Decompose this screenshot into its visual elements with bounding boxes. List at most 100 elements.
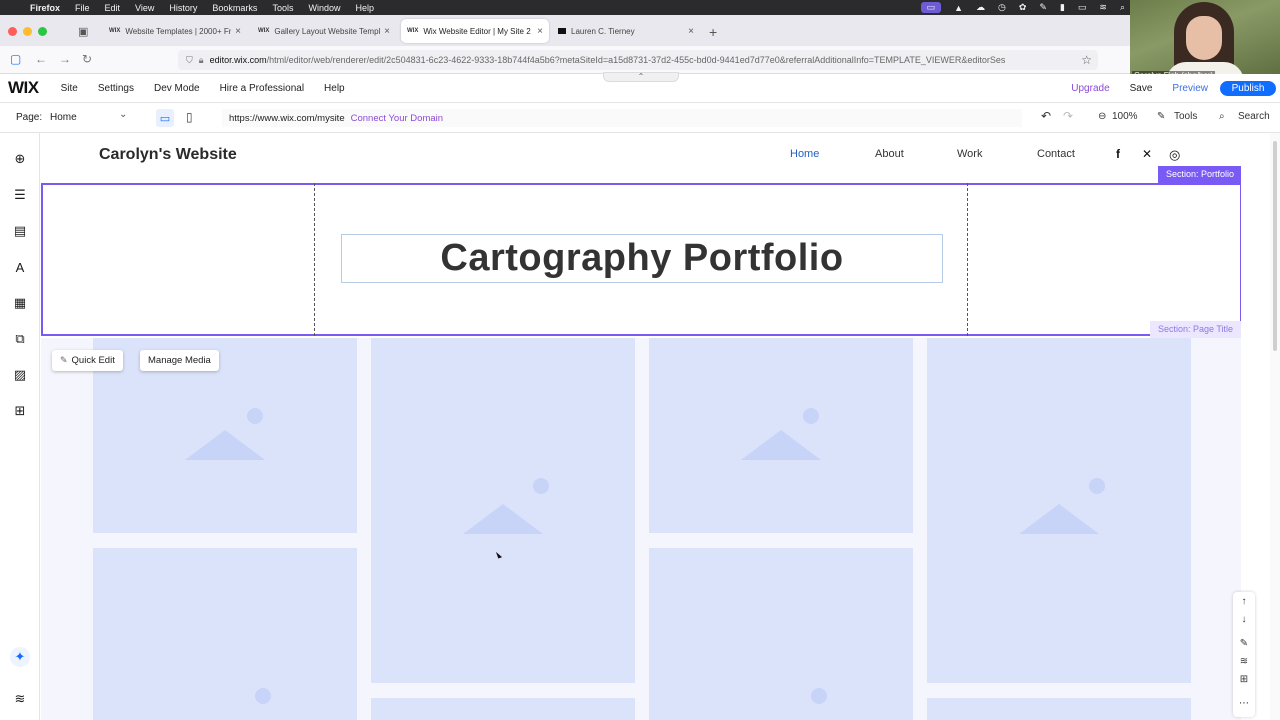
menu-app-name[interactable]: Firefox (30, 3, 60, 13)
gallery-section[interactable] (41, 338, 1241, 720)
edit-pencil-icon[interactable]: ✎ (1237, 637, 1251, 651)
battery-icon[interactable]: ▭ (1078, 2, 1087, 13)
undo-icon[interactable]: ↶ (1041, 109, 1051, 123)
bookmark-star-icon[interactable]: ☆ (1081, 53, 1092, 67)
wifi-icon[interactable]: ≋ (1099, 2, 1107, 13)
gallery-tile[interactable] (93, 548, 357, 720)
new-tab-icon[interactable]: + (709, 24, 717, 40)
browser-tab-4[interactable]: Lauren C. Tierney × (552, 19, 700, 43)
mobile-view-icon[interactable]: ▯ (186, 110, 193, 124)
site-nav-home[interactable]: Home (790, 148, 819, 160)
gallery-tile[interactable] (927, 698, 1191, 720)
chevron-down-icon[interactable]: ⌄ (119, 109, 127, 120)
tools-button[interactable]: Tools (1174, 111, 1197, 122)
menu-window[interactable]: Window (308, 3, 340, 13)
section-label-portfolio[interactable]: Section: Portfolio (1157, 166, 1241, 183)
desktop-view-icon[interactable]: ▭ (156, 109, 174, 127)
minimize-window-button[interactable] (23, 27, 32, 36)
upgrade-button[interactable]: Upgrade (1071, 83, 1109, 94)
add-apps-icon[interactable]: ▦ (10, 293, 30, 313)
close-tab-icon[interactable]: × (688, 26, 694, 37)
tracking-shield-icon[interactable]: ⛉ (186, 55, 193, 66)
layout-grid-icon[interactable]: ⊞ (1237, 673, 1251, 687)
gallery-tile[interactable] (649, 338, 913, 533)
gallery-tile[interactable] (927, 338, 1191, 683)
site-nav-about[interactable]: About (875, 148, 904, 160)
site-nav-work[interactable]: Work (957, 148, 982, 160)
media-icon[interactable]: ▨ (10, 365, 30, 385)
forward-arrow-icon[interactable]: → (59, 52, 71, 66)
add-section-icon[interactable]: ☰ (10, 185, 30, 205)
tab-overview-icon[interactable]: ▣ (78, 25, 88, 38)
back-arrow-icon[interactable]: ← (35, 52, 47, 66)
canvas-scrollbar[interactable] (1270, 133, 1280, 720)
section-label-page-title[interactable]: Section: Page Title (1149, 321, 1241, 338)
menu-tools[interactable]: Tools (272, 3, 293, 13)
collapse-topbar-handle[interactable]: ⌃ (603, 72, 679, 82)
address-bar[interactable]: ⛉ 🔒︎ editor.wix.com /html/editor/web/ren… (178, 50, 1098, 70)
page-heading[interactable]: Cartography Portfolio (440, 237, 843, 280)
zoom-level[interactable]: 100% (1112, 111, 1138, 122)
preview-button[interactable]: Preview (1172, 83, 1208, 94)
manage-media-button[interactable]: Manage Media (140, 350, 219, 371)
publish-button[interactable]: Publish (1220, 81, 1276, 96)
scrollbar-thumb[interactable] (1273, 141, 1277, 351)
brush-icon[interactable]: ✎ (1039, 2, 1047, 13)
gallery-tile[interactable] (371, 698, 635, 720)
close-window-button[interactable] (8, 27, 17, 36)
search-button[interactable]: Search (1238, 111, 1270, 122)
editor-canvas[interactable]: Carolyn's Website Home About Work Contac… (41, 133, 1241, 720)
facebook-icon[interactable]: f (1116, 147, 1120, 161)
cloud-icon[interactable]: ☁ (976, 2, 985, 13)
site-nav-contact[interactable]: Contact (1037, 148, 1075, 160)
connect-domain-link[interactable]: Connect Your Domain (351, 113, 443, 124)
clock-icon[interactable]: ◷ (998, 2, 1006, 13)
search-icon[interactable]: ⌕ (1219, 111, 1225, 122)
tools-icon[interactable]: ✎ (1157, 111, 1165, 122)
cms-icon[interactable]: ⊞ (10, 401, 30, 421)
spotlight-search-icon[interactable]: ⌕ (1120, 2, 1125, 13)
ai-assistant-icon[interactable]: ✦ (10, 647, 30, 667)
menu-history[interactable]: History (169, 3, 197, 13)
save-button[interactable]: Save (1130, 83, 1153, 94)
wix-menu-dev-mode[interactable]: Dev Mode (154, 83, 200, 94)
menu-help[interactable]: Help (355, 3, 374, 13)
battery-lock-icon[interactable]: ▮ (1060, 2, 1065, 13)
screen-share-icon[interactable]: ▭ (920, 2, 942, 13)
zoom-window-button[interactable] (38, 27, 47, 36)
close-tab-icon[interactable]: × (537, 26, 543, 37)
drive-icon[interactable]: ▲ (954, 3, 963, 13)
layers-stack-icon[interactable]: ≋ (1237, 655, 1251, 669)
zoom-out-icon[interactable]: ⊖ (1098, 111, 1106, 122)
more-options-icon[interactable]: ⋯ (1237, 697, 1251, 711)
wix-menu-settings[interactable]: Settings (98, 83, 134, 94)
lock-icon[interactable]: 🔒︎ (199, 55, 204, 66)
layers-icon[interactable]: ≋ (10, 689, 30, 709)
menu-edit[interactable]: Edit (105, 3, 121, 13)
gallery-tile[interactable] (649, 548, 913, 720)
instagram-icon[interactable]: ◎ (1169, 147, 1180, 163)
gallery-tile[interactable] (371, 338, 635, 683)
wix-logo[interactable]: WIX (8, 78, 39, 98)
browser-tab-1[interactable]: WIX Website Templates | 2000+ Free × (103, 19, 247, 43)
add-elements-icon[interactable]: ⊕ (10, 149, 30, 169)
site-header[interactable]: Carolyn's Website Home About Work Contac… (41, 133, 1241, 183)
wix-menu-site[interactable]: Site (61, 83, 78, 94)
menu-bookmarks[interactable]: Bookmarks (212, 3, 257, 13)
page-selector[interactable]: Home (50, 112, 77, 123)
browser-tab-3-active[interactable]: WIX Wix Website Editor | My Site 2 × (401, 19, 549, 43)
redo-icon[interactable]: ↷ (1063, 109, 1073, 123)
close-tab-icon[interactable]: × (235, 26, 241, 37)
gallery-tile[interactable] (93, 338, 357, 533)
twitter-icon[interactable]: ✕ (1142, 147, 1152, 161)
site-title[interactable]: Carolyn's Website (99, 146, 237, 164)
wix-menu-hire-professional[interactable]: Hire a Professional (220, 83, 304, 94)
extensions-icon[interactable]: ✿ (1019, 2, 1027, 13)
site-design-icon[interactable]: A (10, 257, 30, 277)
page-heading-box[interactable]: Cartography Portfolio (341, 234, 943, 283)
sidebar-toggle-icon[interactable]: ▢ (10, 52, 21, 66)
move-up-icon[interactable]: ↑ (1237, 595, 1251, 609)
menu-view[interactable]: View (135, 3, 154, 13)
pages-menu-icon[interactable]: ▤ (10, 221, 30, 241)
business-tools-icon[interactable]: ⧉ (10, 329, 30, 349)
